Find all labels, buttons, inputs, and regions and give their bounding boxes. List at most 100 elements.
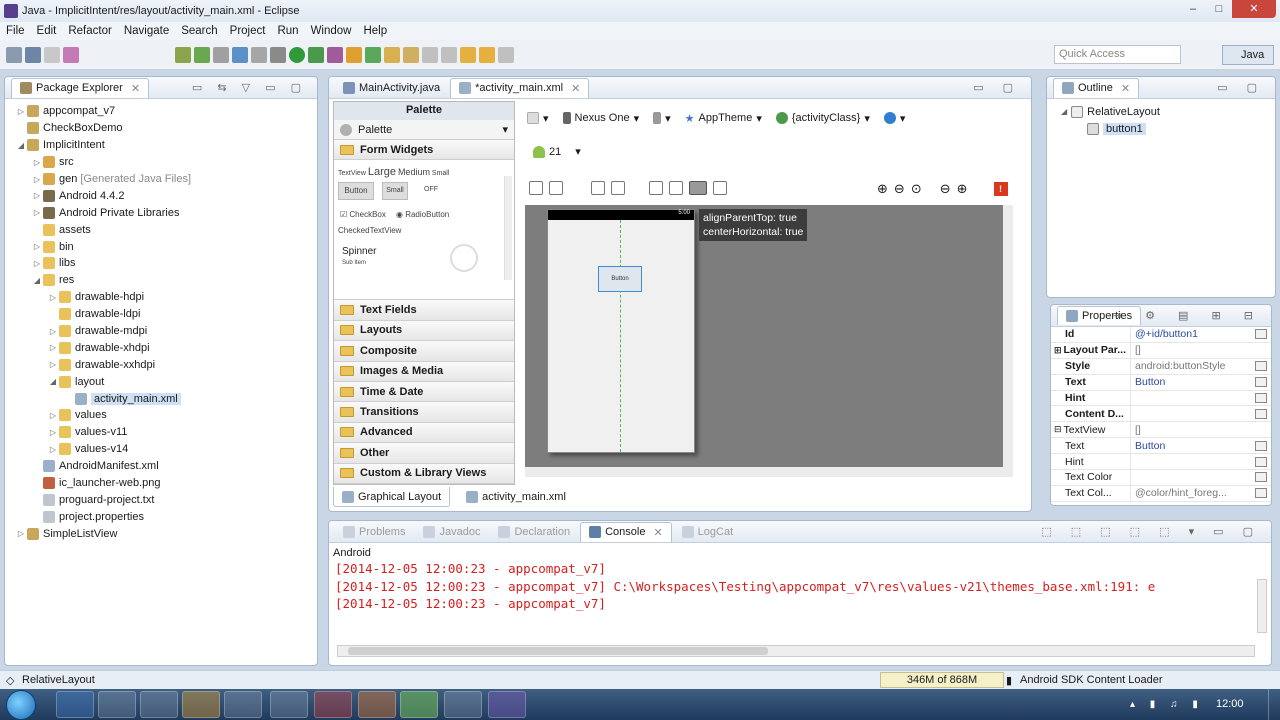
expand-icon[interactable]: ▷ xyxy=(31,191,43,200)
forward-icon[interactable] xyxy=(479,47,495,63)
tray-icons[interactable]: ▴ ▮ ♫ ▮ xyxy=(1130,699,1204,710)
progress-spinner-icon[interactable] xyxy=(450,244,478,273)
palette-category[interactable]: Custom & Library Views xyxy=(334,463,514,484)
expand-icon[interactable]: ▷ xyxy=(15,529,27,538)
error-badge[interactable]: ! xyxy=(993,182,1008,196)
pen-icon[interactable] xyxy=(403,47,419,63)
run-external-icon[interactable] xyxy=(308,47,324,63)
save-icon[interactable] xyxy=(25,47,41,63)
notepad-taskbar-icon[interactable] xyxy=(444,691,482,718)
property-row[interactable]: Text Button xyxy=(1051,438,1271,455)
print-icon[interactable] xyxy=(44,47,60,63)
layout-width-icon[interactable] xyxy=(649,181,663,195)
tree-item[interactable]: ▷ values xyxy=(5,407,317,424)
config-dropdown[interactable]: ▾ xyxy=(527,112,549,125)
widget-small-text[interactable]: Small xyxy=(432,170,450,177)
explorer-taskbar-icon[interactable] xyxy=(98,691,136,718)
console-toolbar-icons[interactable]: ⬚ ⬚ ⬚ ⬚ ⬚ ▾ ▭ ▢ xyxy=(1041,525,1261,538)
firefox-taskbar-icon[interactable] xyxy=(358,691,396,718)
property-value[interactable]: @color/hint_foreg... xyxy=(1131,487,1255,499)
property-edit-button[interactable] xyxy=(1255,488,1267,499)
zoom-reset-icon[interactable]: ⊙ xyxy=(911,181,922,197)
camtasia-taskbar-icon[interactable] xyxy=(400,691,438,718)
tree-item[interactable]: activity_main.xml xyxy=(5,390,317,407)
widget-toggle-button[interactable]: OFF xyxy=(418,182,444,200)
property-value[interactable]: Button xyxy=(1131,440,1255,452)
toggle-fill-icon[interactable] xyxy=(689,181,707,195)
palette-category[interactable]: Images & Media xyxy=(334,361,514,382)
widget-radio[interactable]: ◉ RadioButton xyxy=(396,210,449,219)
recorder-taskbar-icon[interactable] xyxy=(314,691,352,718)
expand-icon[interactable]: ▷ xyxy=(47,411,59,420)
tab-outline[interactable]: Outline ✕ xyxy=(1053,77,1140,98)
property-row[interactable]: ⊟ TextView[] xyxy=(1051,422,1271,439)
palette-category-form-widgets[interactable]: Form Widgets xyxy=(334,140,514,161)
canvas-vertical-scrollbar[interactable] xyxy=(1003,205,1013,467)
tree-item[interactable]: drawable-ldpi xyxy=(5,306,317,323)
margins-icon[interactable] xyxy=(591,181,605,195)
tree-item[interactable]: ▷ values-v11 xyxy=(5,424,317,441)
expand-icon[interactable]: ▷ xyxy=(31,242,43,251)
properties-toolbar-icons[interactable]: ⇥ ⚙ ▤ ⊞ ⊟ xyxy=(1113,309,1263,322)
expand-icon[interactable]: ▷ xyxy=(47,343,59,352)
search-icon[interactable] xyxy=(365,47,381,63)
prev-annotation-icon[interactable] xyxy=(441,47,457,63)
widget-large-text[interactable]: Large xyxy=(368,166,396,178)
property-row[interactable]: Hint xyxy=(1051,390,1271,407)
expand-icon[interactable]: ⊟ xyxy=(1054,424,1062,435)
widget-textview[interactable]: TextView Large Medium Small xyxy=(338,166,449,178)
background-task[interactable]: Android SDK Content Loader xyxy=(1020,674,1162,686)
outline-item[interactable]: ◢ RelativeLayout xyxy=(1061,103,1275,120)
palette-category[interactable]: Other xyxy=(334,443,514,464)
tab-graphical-layout[interactable]: Graphical Layout xyxy=(333,487,451,507)
zoom-out-icon[interactable]: ⊖ xyxy=(894,181,905,197)
task-icon[interactable] xyxy=(232,47,248,63)
property-value[interactable]: [] xyxy=(1131,424,1271,436)
clock[interactable]: 12:00 xyxy=(1216,698,1244,710)
tree-item[interactable]: AndroidManifest.xml xyxy=(5,458,317,475)
fit-width-icon[interactable] xyxy=(529,181,543,195)
palette-category[interactable]: Layouts xyxy=(334,320,514,342)
tab-problems[interactable]: Problems xyxy=(335,523,413,541)
ie-taskbar-icon[interactable] xyxy=(56,691,94,718)
tree-item[interactable]: ▷ bin xyxy=(5,238,317,255)
tree-item[interactable]: ▷ Android 4.4.2 xyxy=(5,187,317,204)
selected-button[interactable]: Button xyxy=(598,266,642,292)
tree-item[interactable]: ◢ ImplicitIntent xyxy=(5,137,317,154)
tab-console[interactable]: Console ✕ xyxy=(580,521,672,542)
open-type-icon[interactable] xyxy=(346,47,362,63)
expand-icon[interactable]: ◢ xyxy=(47,377,59,386)
expand-icon[interactable]: ⊞ xyxy=(1054,345,1062,356)
widget-medium-text[interactable]: Medium xyxy=(398,167,430,177)
tree-item[interactable]: ▷ gen [Generated Java Files] xyxy=(5,171,317,188)
tree-item[interactable]: ▷ SimpleListView xyxy=(5,525,317,542)
property-value[interactable]: Button xyxy=(1131,376,1255,388)
pin-icon[interactable] xyxy=(498,47,514,63)
run-icon[interactable] xyxy=(289,47,305,63)
expand-icon[interactable]: ◢ xyxy=(31,276,43,285)
tree-item[interactable]: ▷ Android Private Libraries xyxy=(5,204,317,221)
property-row[interactable]: Text Col... @color/hint_foreg... xyxy=(1051,485,1271,502)
avd-manager-icon[interactable] xyxy=(175,47,191,63)
menu-refactor[interactable]: Refactor xyxy=(68,25,111,37)
expand-icon[interactable] xyxy=(713,181,727,195)
tree-item[interactable]: project.properties xyxy=(5,508,317,525)
close-button[interactable]: ✕ xyxy=(1232,0,1276,18)
outline-item[interactable]: button1 xyxy=(1087,120,1275,137)
tab-package-explorer[interactable]: Package Explorer ✕ xyxy=(11,77,150,98)
palette-category[interactable]: Time & Date xyxy=(334,381,514,403)
api-level-dropdown[interactable]: 21 ▾ xyxy=(533,145,581,158)
expand-icon[interactable]: ▷ xyxy=(47,327,59,336)
tree-item[interactable]: ▷ drawable-mdpi xyxy=(5,323,317,340)
property-edit-button[interactable] xyxy=(1255,393,1267,403)
app-taskbar-icon[interactable] xyxy=(224,691,262,718)
close-tab-icon[interactable]: ✕ xyxy=(571,82,580,95)
heap-status[interactable]: 346M of 868M xyxy=(880,672,1004,688)
show-desktop-button[interactable] xyxy=(1268,689,1280,720)
outline-view-controls[interactable]: ▭ ▢ xyxy=(1217,81,1265,94)
expand-icon[interactable]: ▷ xyxy=(47,360,59,369)
start-button[interactable] xyxy=(6,690,36,720)
expand-icon[interactable]: ▷ xyxy=(15,107,27,116)
console-horizontal-scrollbar[interactable] xyxy=(337,645,1255,657)
tree-item[interactable]: ◢ layout xyxy=(5,373,317,390)
